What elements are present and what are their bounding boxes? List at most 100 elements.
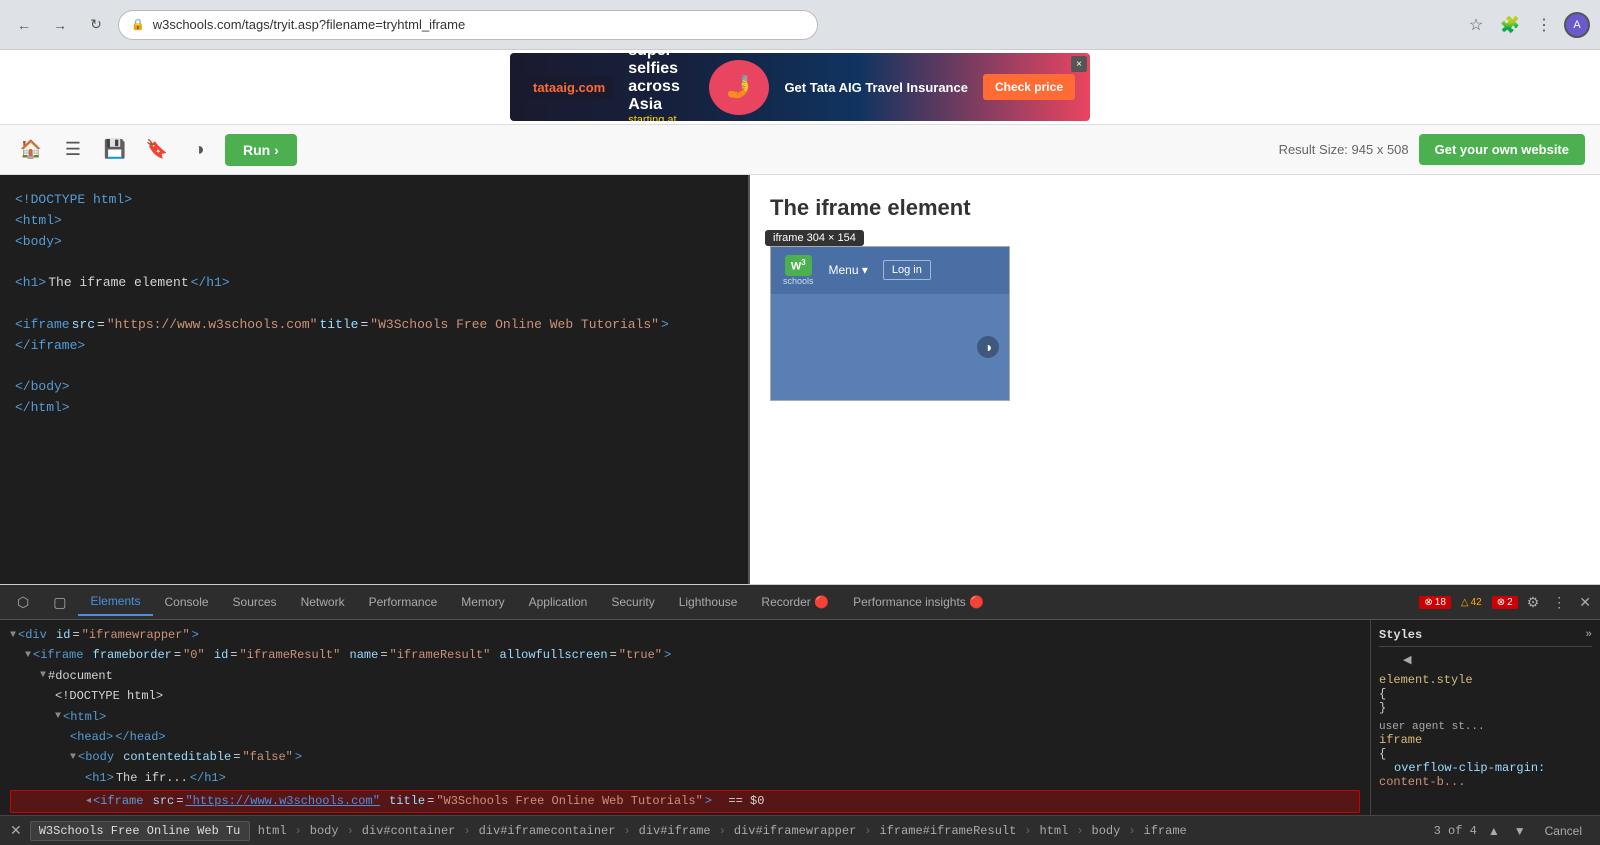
iframe-selector: iframe [1379,733,1592,747]
iframe-toggle: ◑ [977,336,999,358]
devtools-right-controls: ⊗ 18 △ 42 ⊗ 2 ⚙ ⋮ ✕ [1419,592,1595,613]
dom-line: <head></head> [10,727,1360,747]
rule2-brace-open: { [1379,747,1592,761]
browser-chrome: ← → ↻ 🔒 w3schools.com/tags/tryit.asp?fil… [0,0,1600,50]
menu-button[interactable]: ⋮ [1530,11,1558,39]
iframe-inner: W3 schools Menu ▾ Log in ◑ [771,247,1009,400]
code-line [15,252,733,273]
bookmark-button[interactable]: ☆ [1462,11,1490,39]
profile-avatar[interactable]: A [1564,12,1590,38]
devtools-more-button[interactable]: ⋮ [1548,592,1570,613]
breadcrumb-iframe[interactable]: iframe [1144,824,1187,838]
ad-image: 🤳 [709,60,769,115]
tab-sources[interactable]: Sources [221,589,289,615]
find-down-button[interactable]: ▼ [1511,824,1529,838]
error-badge: ⊗ 18 [1419,596,1451,609]
search-input-bottom[interactable] [30,821,250,841]
w3-logo: W3 [785,255,812,276]
code-line [15,356,733,377]
dom-line: ▼ <body contenteditable="false" > [10,747,1360,767]
tab-console[interactable]: Console [153,589,221,615]
address-bar[interactable]: 🔒 w3schools.com/tags/tryit.asp?filename=… [118,10,818,40]
menu-toggle-button[interactable]: ☰ [57,134,89,166]
contrast-button[interactable]: ◑ [183,134,215,166]
toolbar: 🏠 ☰ 💾 🔖 ◑ Run › Result Size: 945 x 508 G… [0,125,1600,175]
tab-elements-inspect[interactable]: ▢ [41,588,78,617]
url-text: w3schools.com/tags/tryit.asp?filename=tr… [153,17,465,32]
error-count: 18 [1435,597,1446,608]
home-button[interactable]: 🏠 [15,134,47,166]
ad-cta-button[interactable]: Check price [983,74,1075,100]
iframe-size-indicator: iframe 304 × 154 [765,230,864,246]
ad-banner: tataaig.com Take super selfies across As… [0,50,1600,125]
ad-brand: Get Tata AIG Travel Insurance [784,80,968,95]
code-line: </html> [15,398,733,419]
clear-search-button[interactable]: ✕ [10,822,22,839]
tab-selector[interactable]: ⬡ [5,588,41,617]
tab-elements[interactable]: Elements [78,588,152,616]
devtools-settings-button[interactable]: ⚙ [1523,592,1544,613]
tab-recorder[interactable]: Recorder 🔴 [749,589,841,615]
dom-tree[interactable]: ▼ <div id="iframewrapper" > ▼ <iframe fr… [0,620,1370,815]
user-agent-label: user agent st... [1379,721,1592,733]
preview-heading: The iframe element [770,195,1580,221]
code-line [15,294,733,315]
tab-lighthouse[interactable]: Lighthouse [667,589,750,615]
iframe-menu-button[interactable]: Menu ▾ [829,263,868,277]
dom-line: ▼ #document [10,666,1360,686]
back-button[interactable]: ← [10,11,38,39]
reload-button[interactable]: ↻ [82,11,110,39]
breadcrumb-div-iframecontainer[interactable]: div#iframecontainer [479,824,616,838]
extension-button[interactable]: 🧩 [1496,11,1524,39]
code-editor[interactable]: <!DOCTYPE html> <html> <body> <h1>The if… [0,175,750,584]
code-line: <html> [15,211,733,232]
forward-button[interactable]: → [46,11,74,39]
dom-highlighted-line[interactable]: ◂ <iframe src="https://www.w3schools.com… [10,790,1360,812]
tab-network[interactable]: Network [289,589,357,615]
cancel-button[interactable]: Cancel [1537,822,1590,840]
breadcrumb-div-iframewrapper[interactable]: div#iframewrapper [734,824,856,838]
breadcrumb-body-inner[interactable]: body [1092,824,1121,838]
lock-icon: 🔒 [131,18,145,31]
devtools-close-button[interactable]: ✕ [1575,592,1595,613]
ad-brand-title: Get Tata AIG Travel Insurance [784,80,968,95]
tab-security[interactable]: Security [599,589,666,615]
ad-logo: tataaig.com [525,76,613,99]
breadcrumb-body[interactable]: body [310,824,339,838]
dom-line: <h1>The ifr...</h1> [10,768,1360,788]
code-line: <h1>The iframe element</h1> [15,273,733,294]
ext-error-count: 2 [1507,597,1513,608]
breadcrumb-div-container[interactable]: div#container [362,824,456,838]
run-button[interactable]: Run › [225,134,297,166]
warning-count: 42 [1471,597,1482,608]
save-button[interactable]: 💾 [99,134,131,166]
style-brace-open: { [1379,687,1592,701]
find-count: 3 of 4 [1434,824,1477,838]
breadcrumb-html-inner[interactable]: html [1040,824,1069,838]
styles-header: Styles » [1379,628,1592,647]
tab-memory[interactable]: Memory [449,589,516,615]
get-website-button[interactable]: Get your own website [1419,134,1585,165]
status-right: 3 of 4 ▲ ▼ Cancel [1434,822,1590,840]
iframe-body: ◑ [771,294,1009,400]
ad-close-button[interactable]: × [1071,56,1087,72]
breadcrumb-div-iframe[interactable]: div#iframe [639,824,711,838]
breadcrumb-iframe-result[interactable]: iframe#iframeResult [879,824,1016,838]
code-line: </body> [15,377,733,398]
iframe-login-button[interactable]: Log in [883,260,931,280]
dom-line: ▼ <iframe frameborder="0" id="iframeResu… [10,645,1360,665]
find-up-button[interactable]: ▲ [1485,824,1503,838]
tab-performance[interactable]: Performance [357,589,450,615]
tab-application[interactable]: Application [517,589,600,615]
style-overflow-prop: overflow-clip-margin: content-b... [1379,761,1592,789]
breadcrumb-html[interactable]: html [258,824,287,838]
styles-title: Styles [1379,628,1422,642]
tab-performance-insights[interactable]: Performance insights 🔴 [841,589,996,615]
result-size: Result Size: 945 x 508 [1279,142,1409,157]
chrome-actions: ☆ 🧩 ⋮ A [1462,11,1590,39]
code-line: <iframe src="https://www.w3schools.com" … [15,315,733,336]
preview-area: The iframe element iframe 304 × 154 W3 s… [750,175,1600,584]
styles-expand[interactable]: » [1585,629,1592,641]
bookmark-edit-button[interactable]: 🔖 [141,134,173,166]
ad-text: Take super selfies across Asia starting … [628,53,694,121]
